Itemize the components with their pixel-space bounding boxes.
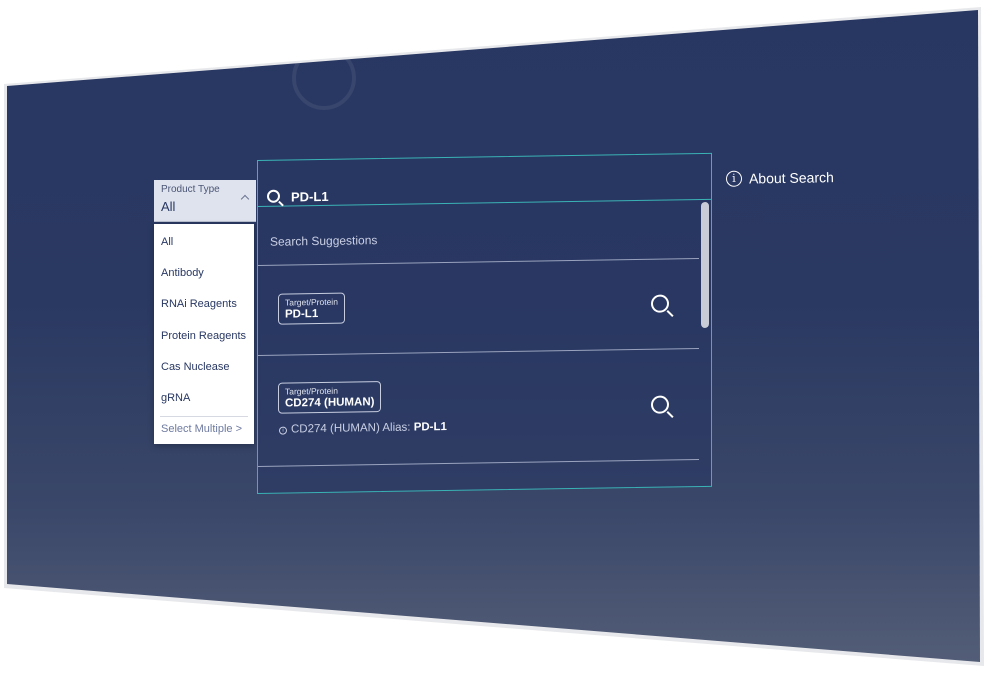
select-multiple-link[interactable]: Select Multiple > — [161, 423, 242, 435]
info-icon: i — [279, 426, 287, 435]
product-type-value: All — [161, 199, 176, 214]
alias-value: PD-L1 — [413, 421, 447, 434]
faded-logo-icon — [292, 46, 356, 110]
dropdown-option-protein-reagents[interactable]: Protein Reagents — [161, 330, 246, 342]
suggestion-tag: Target/Protein PD-L1 — [278, 292, 345, 325]
app-screen: Product Type All All Antibody RNAi Reage… — [7, 10, 980, 662]
dropdown-option-antibody[interactable]: Antibody — [161, 267, 204, 279]
suggestion-tag: Target/Protein CD274 (HUMAN) — [278, 381, 382, 414]
dropdown-option-rnai-reagents[interactable]: RNAi Reagents — [161, 298, 237, 310]
dropdown-option-all[interactable]: All — [161, 236, 173, 248]
info-icon: i — [725, 170, 743, 187]
dropdown-option-cas-nuclease[interactable]: Cas Nuclease — [161, 361, 229, 373]
about-search-link[interactable]: i About Search — [725, 169, 834, 187]
page: Product Type All All Antibody RNAi Reage… — [0, 0, 1000, 676]
suggestion-name: CD274 (HUMAN) — [285, 396, 375, 410]
dropdown-divider — [160, 416, 248, 417]
suggestion-type: Target/Protein — [285, 296, 338, 308]
about-search-label: About Search — [748, 169, 834, 187]
divider — [258, 258, 699, 266]
product-type-dropdown: All Antibody RNAi Reagents Protein Reage… — [154, 224, 254, 444]
suggestion-name: PD-L1 — [285, 308, 319, 321]
search-icon[interactable] — [651, 294, 669, 313]
suggestion-type: Target/Protein — [285, 385, 338, 397]
search-suggestions-heading: Search Suggestions — [270, 233, 378, 249]
product-type-select[interactable]: Product Type All — [154, 180, 256, 222]
scrollbar[interactable] — [701, 201, 709, 329]
search-panel: PD-L1 Search Suggestions Target/Protein … — [257, 152, 712, 494]
search-icon — [267, 189, 280, 203]
suggestion-alias: CD274 (HUMAN) Alias: PD-L1 — [291, 421, 447, 435]
product-type-label: Product Type — [161, 184, 220, 195]
alias-prefix: CD274 (HUMAN) Alias: — [291, 421, 414, 436]
search-icon[interactable] — [651, 395, 669, 414]
search-input[interactable]: PD-L1 — [258, 153, 711, 207]
divider — [258, 348, 699, 356]
search-query: PD-L1 — [291, 188, 329, 205]
dropdown-option-grna[interactable]: gRNA — [161, 392, 190, 404]
divider — [258, 459, 699, 467]
